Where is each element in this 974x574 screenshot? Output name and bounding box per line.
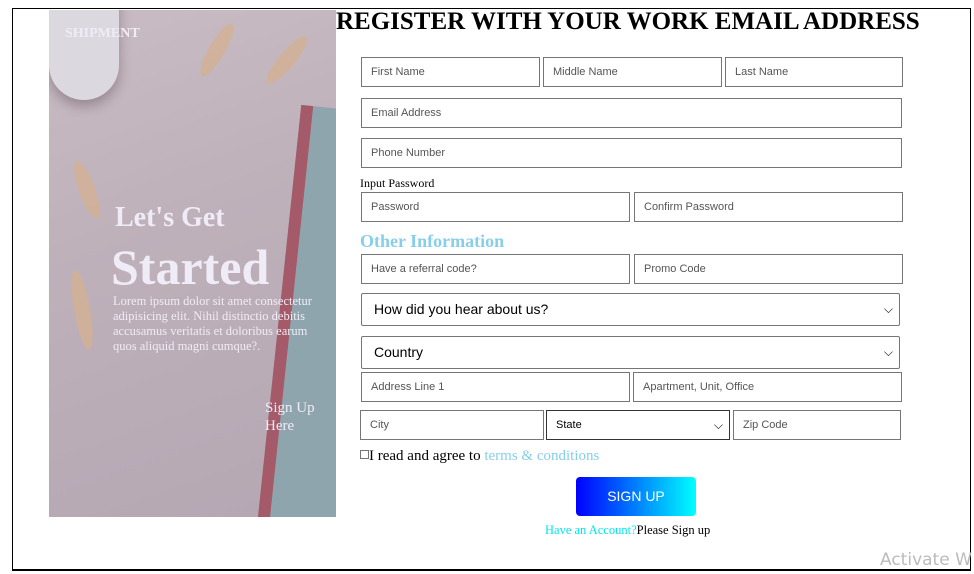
hero-body: Lorem ipsum dolor sit amet consectetur a… <box>113 294 312 353</box>
terms-link[interactable]: terms & conditions <box>484 448 599 464</box>
page-title: REGISTER WITH YOUR WORK EMAIL ADDRESS <box>336 8 920 35</box>
other-information-heading: Other Information <box>360 231 505 251</box>
referral-code-input[interactable]: Have a referral code? <box>361 254 630 284</box>
hero-image-leaf <box>261 31 313 89</box>
sign-up-button[interactable]: SIGN UP <box>576 477 696 516</box>
sign-up-here-link[interactable]: Sign Up Here <box>265 399 325 435</box>
terms-checkbox[interactable] <box>360 450 369 459</box>
terms-agreement: I read and agree to terms & conditions <box>360 448 599 465</box>
chevron-down-icon: ⌵ <box>713 418 723 432</box>
hear-about-value: How did you hear about us? <box>374 301 549 317</box>
country-value: Country <box>374 344 424 360</box>
middle-name-input[interactable]: Middle Name <box>543 57 722 87</box>
phone-input[interactable]: Phone Number <box>361 138 902 168</box>
hear-about-select[interactable]: How did you hear about us? ⌵ <box>361 293 900 326</box>
hero-image-cup <box>49 10 119 100</box>
address-line2-input[interactable]: Apartment, Unit, Office <box>633 372 902 402</box>
activation-watermark: Activate W <box>880 550 972 570</box>
have-account-line: Have an Account?Please Sign up <box>545 523 710 538</box>
city-input[interactable]: City <box>360 410 544 440</box>
password-input[interactable]: Password <box>361 192 630 222</box>
promo-code-input[interactable]: Promo Code <box>634 254 903 284</box>
hero-image-leaf <box>69 159 105 221</box>
last-name-input[interactable]: Last Name <box>725 57 903 87</box>
state-value: State <box>556 419 582 431</box>
hero-heading-line2: Started <box>111 239 270 295</box>
agree-text: I read and agree to <box>369 448 485 464</box>
hero-panel: SHIPMENT Let's Get Started Lorem ipsum d… <box>49 10 336 517</box>
hero-heading-line1: Let's Get <box>115 202 225 233</box>
chevron-down-icon: ⌵ <box>883 345 893 359</box>
email-input[interactable]: Email Address <box>361 98 902 128</box>
address-line1-input[interactable]: Address Line 1 <box>361 372 630 402</box>
hero-image-leaf <box>195 20 239 80</box>
password-label: Input Password <box>360 176 435 190</box>
first-name-input[interactable]: First Name <box>361 57 540 87</box>
chevron-down-icon: ⌵ <box>883 302 893 316</box>
zip-code-input[interactable]: Zip Code <box>733 410 901 440</box>
have-account-link[interactable]: Have an Account? <box>545 523 637 537</box>
brand-logo[interactable]: SHIPMENT <box>65 26 140 42</box>
please-sign-up-text: Please Sign up <box>636 523 711 537</box>
hero-image-leaf <box>67 269 97 351</box>
country-select[interactable]: Country ⌵ <box>361 336 900 369</box>
state-select[interactable]: State ⌵ <box>546 410 730 440</box>
confirm-password-input[interactable]: Confirm Password <box>634 192 903 222</box>
